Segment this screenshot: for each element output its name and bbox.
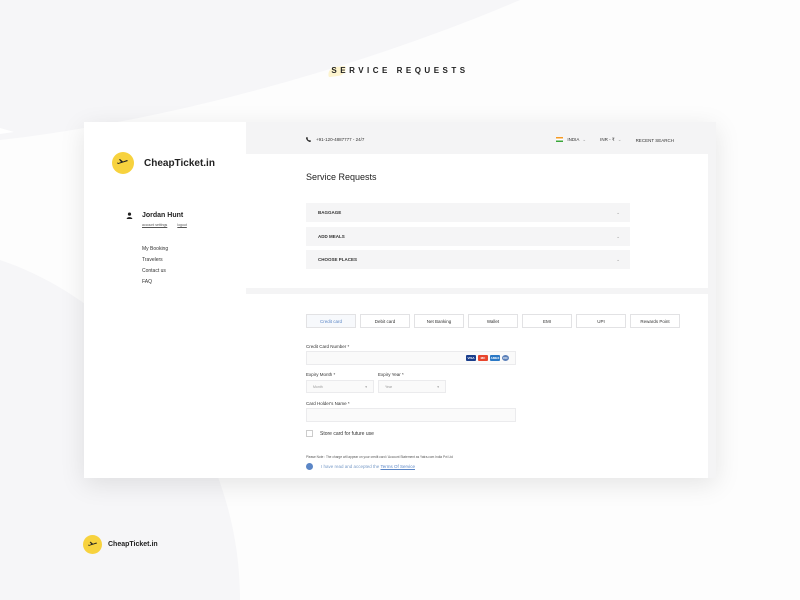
page-title: SERVICE REQUESTS	[0, 66, 800, 75]
india-flag-icon	[556, 137, 564, 143]
tab-wallet[interactable]: Wallet	[468, 314, 518, 328]
airplane-icon	[87, 541, 97, 546]
payment-tabs: Credit card Debit card Net Banking Walle…	[306, 314, 680, 328]
diners-club-icon: DC	[502, 355, 509, 361]
currency-selector[interactable]: INR - ₹ ⌄	[600, 137, 621, 143]
service-requests-title: Service Requests	[306, 172, 377, 182]
store-card-checkbox[interactable]	[306, 430, 313, 437]
accordion-label: BAGGAGE	[318, 210, 342, 215]
chevron-down-icon: ⌄	[617, 137, 622, 142]
terms-radio[interactable]	[306, 463, 313, 470]
chevron-down-icon: ⌄	[582, 137, 587, 142]
brand-name: CheapTicket.in	[144, 158, 215, 169]
sidebar-item-my-booking[interactable]: My Booking	[142, 244, 168, 255]
user-name: Jordan Hunt	[142, 212, 184, 219]
card-number-label: Credit Card Number *	[306, 344, 350, 349]
card-brand-icons: VISA MC AMEX DC	[466, 355, 509, 361]
expiry-month-value: Month	[313, 384, 323, 389]
chevron-down-icon: ▾	[365, 384, 367, 389]
support-phone[interactable]: +91-120-4887777 - 24/7	[306, 137, 364, 142]
card-holder-label: Card Holder's Name *	[306, 401, 350, 406]
accordion-label: CHOOSE PLACES	[318, 257, 358, 262]
currency-label: INR - ₹	[600, 137, 615, 142]
terms-text: I have read and accepted the Terms Of Se…	[321, 464, 415, 469]
user-links: account settings logout	[142, 223, 197, 227]
payment-note: Please Note : The charge will appear on …	[306, 455, 453, 459]
expiry-year-value: Year	[385, 384, 393, 389]
support-phone-text: +91-120-4887777 - 24/7	[316, 137, 365, 142]
airplane-icon	[117, 159, 128, 164]
service-requests-panel: Service Requests BAGGAGE ⌄ ADD MEALS ⌄ C…	[246, 154, 708, 311]
visa-icon: VISA	[466, 355, 476, 361]
footer-brand-name: CheapTicket.in	[108, 541, 158, 548]
sidebar-nav: My Booking Travelers Contact us FAQ	[142, 244, 168, 288]
terms-prefix: I have read and accepted the	[321, 464, 380, 469]
recent-search-link[interactable]: RECENT SEARCH	[636, 138, 674, 143]
mastercard-icon: MC	[478, 355, 488, 361]
payment-panel: Credit card Debit card Net Banking Walle…	[246, 294, 708, 478]
chevron-down-icon: ⌄	[616, 233, 620, 239]
tab-net-banking[interactable]: Net Banking	[414, 314, 464, 328]
sidebar: CheapTicket.in Jordan Hunt account setti…	[84, 122, 246, 478]
country-selector[interactable]: INDIA ⌄	[556, 137, 586, 143]
tab-debit-card[interactable]: Debit card	[360, 314, 410, 328]
footer-brand-logo[interactable]	[83, 535, 102, 554]
expiry-year-label: Expiry Year *	[378, 372, 404, 377]
amex-icon: AMEX	[490, 355, 500, 361]
tab-emi[interactable]: EMI	[522, 314, 572, 328]
topbar: +91-120-4887777 - 24/7 INDIA ⌄ INR - ₹ ⌄ R…	[246, 122, 716, 154]
card-number-input[interactable]: VISA MC AMEX DC	[306, 351, 516, 365]
brand-logo[interactable]	[112, 152, 134, 174]
terms-of-service-link[interactable]: Terms Of Service	[380, 464, 415, 469]
accordion-add-meals[interactable]: ADD MEALS ⌄	[306, 227, 630, 246]
sidebar-item-contact-us[interactable]: Contact us	[142, 266, 168, 277]
page-title-rest: RVICE REQUESTS	[349, 66, 469, 75]
logout-link[interactable]: logout	[177, 223, 187, 227]
topbar-right: INDIA ⌄ INR - ₹ ⌄ RECENT SEARCH	[556, 137, 674, 143]
tab-rewards-point[interactable]: Rewards Point	[630, 314, 680, 328]
expiry-month-select[interactable]: Month ▾	[306, 380, 374, 393]
sidebar-item-faq[interactable]: FAQ	[142, 277, 168, 288]
expiry-year-select[interactable]: Year ▾	[378, 380, 446, 393]
sidebar-item-travelers[interactable]: Travelers	[142, 255, 168, 266]
app-window: CheapTicket.in Jordan Hunt account setti…	[84, 122, 716, 478]
accordion-choose-places[interactable]: CHOOSE PLACES ⌄	[306, 250, 630, 269]
country-label: INDIA	[567, 137, 580, 142]
chevron-down-icon: ⌄	[616, 256, 620, 262]
expiry-month-label: Expiry Month *	[306, 372, 336, 377]
page-title-highlight: SE	[331, 66, 350, 75]
user-icon	[126, 212, 133, 219]
accordion-baggage[interactable]: BAGGAGE ⌄	[306, 203, 630, 222]
store-card-label: Store card for future use	[320, 431, 374, 437]
tab-credit-card[interactable]: Credit card	[306, 314, 356, 328]
accordion-label: ADD MEALS	[318, 234, 345, 239]
chevron-down-icon: ▾	[437, 384, 439, 389]
tab-upi[interactable]: UPI	[576, 314, 626, 328]
account-settings-link[interactable]: account settings	[142, 223, 167, 227]
chevron-down-icon: ⌄	[616, 209, 620, 215]
card-holder-input[interactable]	[306, 408, 516, 422]
phone-icon	[306, 137, 311, 142]
